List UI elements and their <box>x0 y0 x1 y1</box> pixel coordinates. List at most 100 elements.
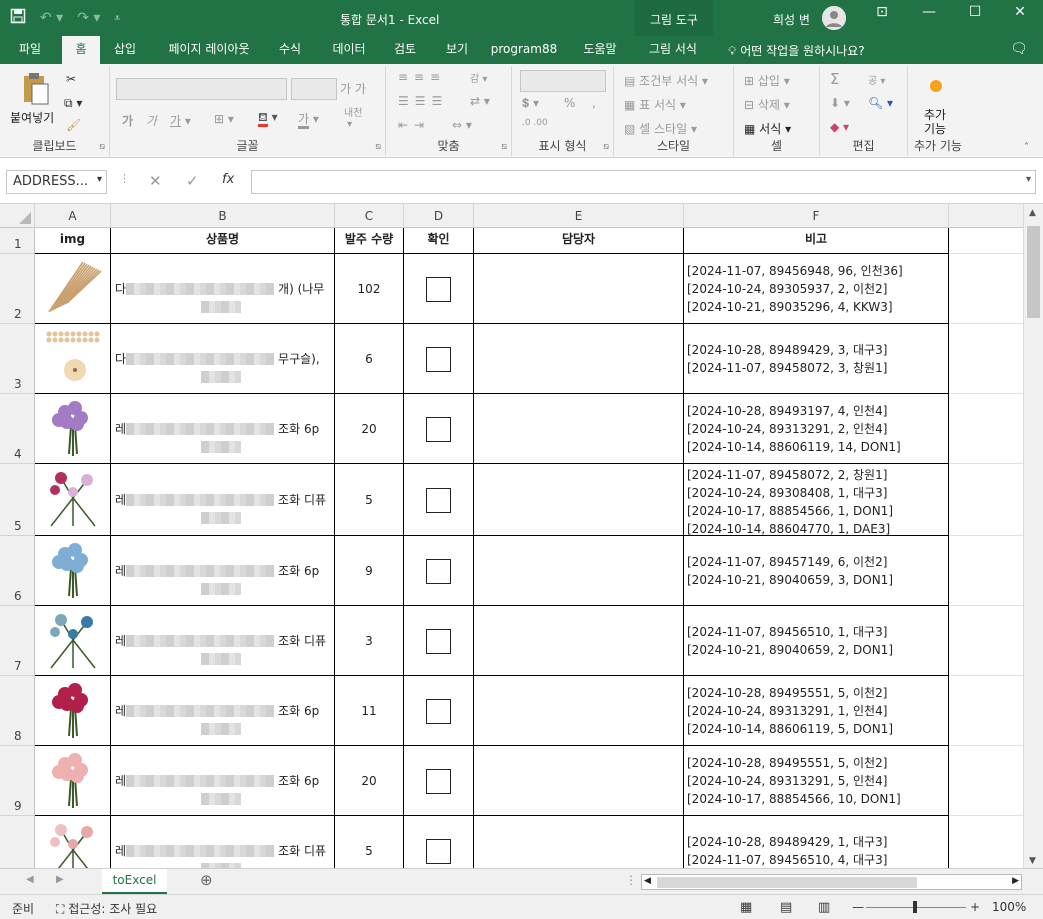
row-header[interactable]: 8 <box>0 676 35 746</box>
confirm-cell[interactable] <box>404 746 474 816</box>
order-quantity-cell[interactable]: 3 <box>335 606 404 676</box>
product-image[interactable] <box>43 610 103 675</box>
cut-icon[interactable]: ✂ <box>66 72 76 86</box>
accessibility-status[interactable]: ⛶ 접근성: 조사 필요 <box>56 900 157 917</box>
conditional-formatting-button[interactable]: ▤ 조건부 서식 ▾ <box>624 72 708 89</box>
copy-icon[interactable]: ⧉ ▾ <box>64 96 82 111</box>
order-quantity-cell[interactable]: 102 <box>335 254 404 324</box>
product-name-cell[interactable]: 레 조화 6p <box>111 676 335 746</box>
add-sheet-icon[interactable]: ⊕ <box>200 871 213 889</box>
product-image[interactable] <box>43 680 103 745</box>
close-icon[interactable]: ✕ <box>1000 4 1040 20</box>
notes-cell[interactable]: [2024-10-28, 89489429, 1, 대구3] [2024-11-0… <box>684 816 949 868</box>
product-name-cell[interactable]: 레 조화 디퓨 <box>111 816 335 868</box>
font-name-combo[interactable] <box>116 78 287 100</box>
phonetic-icon[interactable]: 내천 ▾ <box>344 108 362 130</box>
dialog-launcher-icon[interactable]: ⧅ <box>375 142 381 152</box>
underline-button[interactable]: 가 ▾ <box>170 112 191 129</box>
notes-cell[interactable]: [2024-10-28, 89489429, 3, 대구3] [2024-11-0… <box>684 324 949 394</box>
product-image[interactable] <box>43 540 103 605</box>
scroll-right-icon[interactable]: ▶ <box>1012 876 1019 886</box>
normal-view-icon[interactable]: ▦ <box>740 900 752 915</box>
product-name-cell[interactable]: 레 조화 디퓨 <box>111 606 335 676</box>
image-cell[interactable] <box>35 254 111 324</box>
scroll-left-icon[interactable]: ◀ <box>644 876 651 886</box>
manager-cell[interactable] <box>474 746 684 816</box>
column-header[interactable]: F <box>684 204 949 228</box>
decimal-icons[interactable]: .0 .00 <box>522 118 548 128</box>
manager-cell[interactable] <box>474 536 684 606</box>
image-cell[interactable] <box>35 606 111 676</box>
cell-styles-button[interactable]: ▧ 셀 스타일 ▾ <box>624 120 697 137</box>
confirm-cell[interactable] <box>404 536 474 606</box>
image-cell[interactable] <box>35 676 111 746</box>
image-cell[interactable] <box>35 816 111 868</box>
horizontal-align-icons[interactable]: ☰☰☰ <box>398 94 448 108</box>
confirm-cell[interactable] <box>404 324 474 394</box>
product-name-cell[interactable]: 레 조화 6p <box>111 394 335 464</box>
find-select-icon[interactable]: 🔍︎ ▾ <box>868 96 893 110</box>
increase-font-icon[interactable]: 가 가 <box>340 80 366 97</box>
manager-cell[interactable] <box>474 324 684 394</box>
zoom-slider-knob[interactable] <box>913 901 917 913</box>
comment-icon[interactable]: 🗨︎ <box>1010 41 1028 57</box>
notes-cell[interactable]: [2024-10-28, 89495551, 5, 이천2] [2024-10-2… <box>684 676 949 746</box>
confirm-checkbox[interactable] <box>426 487 451 513</box>
currency-icon[interactable]: 💲︎ ▾ <box>522 96 539 111</box>
page-break-view-icon[interactable]: ▥ <box>818 900 830 915</box>
product-name-cell[interactable]: 레 조화 6p <box>111 536 335 606</box>
image-cell[interactable] <box>35 324 111 394</box>
zoom-in-icon[interactable]: + <box>970 900 980 914</box>
manager-cell[interactable] <box>474 676 684 746</box>
tab-view[interactable]: 보기 <box>436 36 478 64</box>
row-header[interactable]: 5 <box>0 464 35 536</box>
name-box[interactable]: ADDRESS... ▾ <box>6 170 107 194</box>
order-quantity-cell[interactable]: 5 <box>335 464 404 536</box>
tell-me-box[interactable]: 💡︎ 어떤 작업을 원하시나요? <box>728 42 865 59</box>
insert-cells-button[interactable]: ⊞ 삽입 ▾ <box>744 72 790 89</box>
dialog-launcher-icon[interactable]: ⧅ <box>99 142 105 152</box>
row-header[interactable]: 10 <box>0 816 35 868</box>
confirm-checkbox[interactable] <box>426 276 451 302</box>
prev-sheet-icon[interactable]: ◀ <box>26 874 34 885</box>
customize-qat-icon[interactable]: ⩡ <box>114 13 120 24</box>
confirm-cell[interactable] <box>404 254 474 324</box>
tab-page-layout[interactable]: 페이지 레이아웃 <box>156 36 262 64</box>
column-header[interactable]: D <box>404 204 474 228</box>
tab-insert[interactable]: 삽입 <box>104 36 146 64</box>
bold-button[interactable]: 가 <box>122 112 133 129</box>
sort-filter-icon[interactable]: 공 ▾ <box>868 72 885 87</box>
undo-icon[interactable]: ↶ ▾ <box>40 10 63 26</box>
redo-icon[interactable]: ↷ ▾ <box>77 10 100 26</box>
sheet-tab-toexcel[interactable]: toExcel <box>102 869 167 894</box>
notes-cell[interactable]: [2024-11-07, 89458072, 2, 창원1] [2024-10-2… <box>684 464 949 536</box>
header-cell-b[interactable]: 상품명 <box>111 228 335 254</box>
product-image[interactable] <box>43 328 103 389</box>
confirm-checkbox[interactable] <box>426 628 451 654</box>
ribbon-display-options-icon[interactable]: ⊡ <box>862 4 902 20</box>
horizontal-scrollbar[interactable]: ◀ ▶ <box>641 874 1022 890</box>
manager-cell[interactable] <box>474 254 684 324</box>
product-image[interactable] <box>43 468 103 533</box>
tab-home[interactable]: 홈 <box>62 36 100 64</box>
notes-cell[interactable]: [2024-11-07, 89456510, 1, 대구3] [2024-10-2… <box>684 606 949 676</box>
minimize-icon[interactable]: — <box>909 4 949 20</box>
order-quantity-cell[interactable]: 6 <box>335 324 404 394</box>
confirm-cell[interactable] <box>404 676 474 746</box>
fill-icon[interactable]: ⬇ ▾ <box>830 96 850 110</box>
enter-icon[interactable]: ✓ <box>186 172 199 190</box>
notes-cell[interactable]: [2024-11-07, 89456948, 96, 인천36] [2024-10… <box>684 254 949 324</box>
font-size-combo[interactable] <box>291 78 337 100</box>
column-header[interactable]: A <box>35 204 111 228</box>
format-painter-icon[interactable]: 🖌︎ <box>66 118 81 132</box>
column-header-empty[interactable] <box>949 204 1023 228</box>
scroll-thumb[interactable] <box>657 877 917 888</box>
tab-formulas[interactable]: 수식 <box>268 36 312 64</box>
notes-cell[interactable]: [2024-11-07, 89457149, 6, 이천2] [2024-10-2… <box>684 536 949 606</box>
indent-icons[interactable]: ⇤⇥ <box>398 118 430 132</box>
chevron-down-icon[interactable]: ▾ <box>97 174 102 185</box>
row-header[interactable]: 4 <box>0 394 35 464</box>
product-name-cell[interactable]: 레 조화 디퓨 <box>111 464 335 536</box>
image-cell[interactable] <box>35 536 111 606</box>
confirm-checkbox[interactable] <box>426 416 451 442</box>
